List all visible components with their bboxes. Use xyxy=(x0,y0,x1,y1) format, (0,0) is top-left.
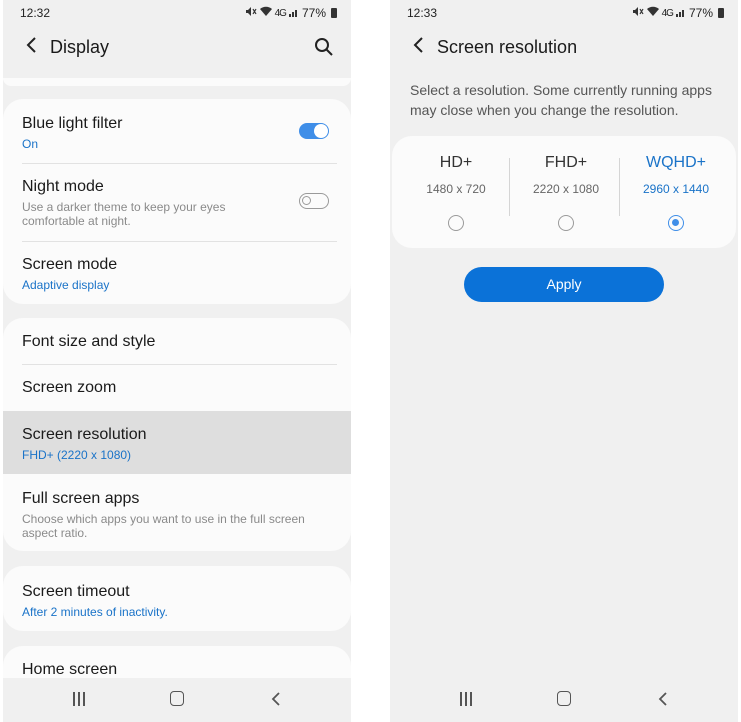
nav-back-icon[interactable] xyxy=(654,690,672,708)
option-size: 1480 x 720 xyxy=(426,182,486,196)
home-icon[interactable] xyxy=(557,691,571,706)
item-title: Blue light filter xyxy=(22,115,123,132)
network-type: 4G xyxy=(274,7,287,19)
option-size: 2220 x 1080 xyxy=(532,182,600,196)
apply-button[interactable]: Apply xyxy=(464,267,664,302)
mute-icon xyxy=(245,6,257,20)
screen-timeout-item[interactable]: Screen timeout After 2 minutes of inacti… xyxy=(3,566,351,631)
toggle-knob xyxy=(302,196,311,205)
search-icon[interactable] xyxy=(313,36,335,58)
page-title: Display xyxy=(50,37,110,57)
status-time: 12:33 xyxy=(407,6,438,20)
status-icons: 4G 77% xyxy=(632,6,724,20)
item-subtitle: Use a darker theme to keep your eyes com… xyxy=(22,200,226,228)
recent-apps-icon[interactable] xyxy=(73,692,89,706)
battery-percent: 77% xyxy=(688,6,713,20)
full-screen-apps-item[interactable]: Full screen apps Choose which apps you w… xyxy=(3,474,351,551)
back-icon[interactable] xyxy=(408,34,430,56)
item-subtitle: FHD+ (2220 x 1080) xyxy=(22,448,132,462)
item-title: Full screen apps xyxy=(22,490,140,507)
home-icon[interactable] xyxy=(170,691,184,706)
back-icon[interactable] xyxy=(21,34,43,56)
radio-wqhd[interactable] xyxy=(668,215,684,231)
screen-resolution-screen: 12:33 4G 77% Screen resolution Select a … xyxy=(390,0,738,722)
wifi-icon xyxy=(259,6,272,20)
mute-icon xyxy=(632,6,644,20)
display-settings-screen: 12:32 4G 77% Display Blue light filter O… xyxy=(3,0,351,722)
resolution-option-hd[interactable]: HD+ 1480 x 720 xyxy=(402,136,510,248)
item-title: Home screen xyxy=(22,661,118,678)
option-name: HD+ xyxy=(439,154,473,171)
status-time: 12:32 xyxy=(20,6,51,20)
item-title: Font size and style xyxy=(22,333,156,350)
radio-fhd[interactable] xyxy=(558,215,574,231)
radio-hd[interactable] xyxy=(448,215,464,231)
blue-light-toggle[interactable] xyxy=(299,123,329,139)
blue-light-filter-item[interactable]: Blue light filter On xyxy=(3,99,351,163)
battery-percent: 77% xyxy=(301,6,326,20)
status-bar: 12:32 4G 77% xyxy=(3,0,351,26)
option-separator xyxy=(509,158,510,216)
item-subtitle: Adaptive display xyxy=(22,278,110,292)
item-title: Screen zoom xyxy=(22,379,117,396)
network-type: 4G xyxy=(661,7,674,19)
night-mode-item[interactable]: Night mode Use a darker theme to keep yo… xyxy=(3,163,351,241)
item-title: Screen timeout xyxy=(22,583,130,600)
font-size-style-item[interactable]: Font size and style xyxy=(3,318,351,364)
item-title: Screen resolution xyxy=(22,426,147,443)
page-title: Screen resolution xyxy=(437,37,578,57)
signal-icon xyxy=(288,6,299,20)
item-title: Screen mode xyxy=(22,256,118,273)
status-icons: 4G 77% xyxy=(245,6,337,20)
recent-apps-icon[interactable] xyxy=(460,692,476,706)
app-bar: Screen resolution xyxy=(390,28,738,66)
signal-icon xyxy=(675,6,686,20)
previous-card-edge xyxy=(3,78,351,86)
navigation-bar xyxy=(3,678,351,722)
option-name: WQHD+ xyxy=(646,154,706,171)
settings-card-3: Screen timeout After 2 minutes of inacti… xyxy=(3,566,351,631)
resolution-options-card: HD+ 1480 x 720 FHD+ 2220 x 1080 WQHD+ 29… xyxy=(392,136,736,248)
option-size: 2960 x 1440 xyxy=(642,182,710,196)
nav-back-icon[interactable] xyxy=(267,690,285,708)
settings-card-1: Blue light filter On Night mode Use a da… xyxy=(3,99,351,304)
item-subtitle: Choose which apps you want to use in the… xyxy=(22,512,305,540)
resolution-description: Select a resolution. Some currently runn… xyxy=(410,82,712,118)
battery-icon xyxy=(331,8,337,18)
battery-icon xyxy=(718,8,724,18)
option-separator xyxy=(619,158,620,216)
item-title: Night mode xyxy=(22,178,104,195)
item-subtitle: After 2 minutes of inactivity. xyxy=(22,605,168,619)
toggle-knob xyxy=(314,124,328,138)
status-bar: 12:33 4G 77% xyxy=(390,0,738,26)
app-bar: Display xyxy=(3,28,351,66)
screen-resolution-item[interactable]: Screen resolution FHD+ (2220 x 1080) xyxy=(3,411,351,474)
navigation-bar xyxy=(390,678,738,722)
settings-card-2: Font size and style Screen zoom Screen r… xyxy=(3,318,351,551)
wifi-icon xyxy=(646,6,659,20)
resolution-option-wqhd[interactable]: WQHD+ 2960 x 1440 xyxy=(622,136,730,248)
screen-mode-item[interactable]: Screen mode Adaptive display xyxy=(3,241,351,304)
item-subtitle: On xyxy=(22,137,39,151)
night-mode-toggle[interactable] xyxy=(299,193,329,209)
resolution-option-fhd[interactable]: FHD+ 2220 x 1080 xyxy=(512,136,620,248)
option-name: FHD+ xyxy=(544,154,588,171)
screen-zoom-item[interactable]: Screen zoom xyxy=(3,364,351,411)
